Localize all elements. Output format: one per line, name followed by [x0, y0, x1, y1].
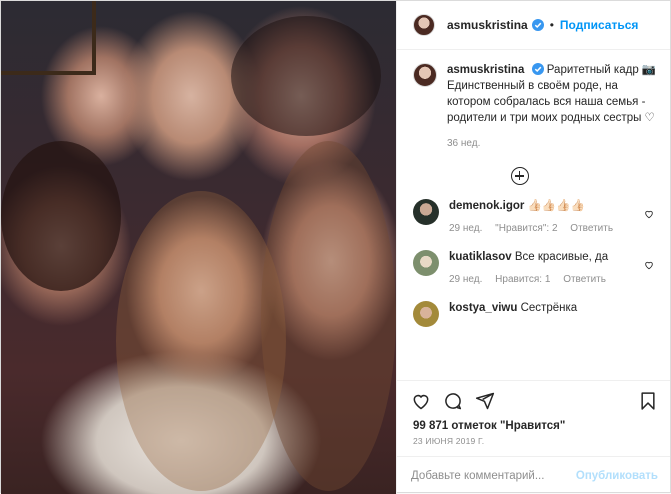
comment-item: kuatiklasov Все красивые, да 29 нед. Нра…: [413, 250, 654, 287]
comment-time[interactable]: 29 нед.: [449, 274, 482, 285]
username-link[interactable]: asmuskristina: [447, 18, 528, 32]
comment-likes[interactable]: "Нравится": 2: [495, 223, 557, 234]
bookmark-icon[interactable]: [638, 391, 658, 411]
add-comment-bar: Опубликовать: [397, 456, 670, 494]
heart-icon[interactable]: [644, 260, 654, 270]
reply-button[interactable]: Ответить: [563, 274, 606, 285]
comment-username[interactable]: kostya_viwu: [449, 302, 517, 314]
avatar[interactable]: [413, 63, 437, 87]
comment-item: demenok.igor 👍🏻👍🏻👍🏻👍🏻 29 нед. "Нравится"…: [413, 199, 654, 236]
comment-icon[interactable]: [443, 391, 463, 411]
reply-button[interactable]: Ответить: [570, 223, 613, 234]
comment-text: 👍🏻👍🏻👍🏻👍🏻: [527, 200, 585, 212]
heart-icon[interactable]: [644, 209, 654, 219]
follow-button[interactable]: Подписаться: [560, 18, 638, 32]
comment-item: kostya_viwu Сестрёнка: [413, 301, 654, 327]
avatar[interactable]: [413, 250, 439, 276]
verified-badge-icon: [531, 19, 544, 31]
caption-time[interactable]: 36 нед.: [447, 138, 657, 149]
comment-meta: 29 нед. Нравится: 1 Ответить: [449, 272, 639, 287]
avatar[interactable]: [413, 14, 435, 36]
publish-button[interactable]: Опубликовать: [576, 470, 658, 482]
hair-shape: [1, 141, 121, 291]
comment-time[interactable]: 29 нед.: [449, 223, 482, 234]
comment-text: Сестрёнка: [520, 302, 578, 314]
post-header: asmuskristina • Подписаться: [397, 1, 670, 50]
heart-icon[interactable]: [411, 391, 431, 411]
caption: asmuskristina Раритетный кадр 📷 Единстве…: [413, 62, 657, 149]
plus-circle-icon[interactable]: [510, 167, 529, 185]
post-sidebar: asmuskristina • Подписаться asmuskristin…: [396, 1, 670, 494]
share-icon[interactable]: [475, 391, 495, 411]
verified-badge-icon: [531, 63, 544, 75]
avatar[interactable]: [413, 301, 439, 327]
hair-shape: [116, 191, 286, 491]
instagram-post: asmuskristina • Подписаться asmuskristin…: [0, 0, 671, 494]
caption-username[interactable]: asmuskristina: [447, 64, 524, 76]
likes-count[interactable]: 99 871 отметок "Нравится": [397, 420, 670, 432]
post-photo[interactable]: [1, 1, 396, 494]
comment-likes[interactable]: Нравится: 1: [495, 274, 550, 285]
picture-frame-decor: [1, 1, 96, 75]
comment-username[interactable]: demenok.igor: [449, 200, 524, 212]
action-bar: [397, 380, 670, 420]
avatar[interactable]: [413, 199, 439, 225]
comment-username[interactable]: kuatiklasov: [449, 251, 512, 263]
caption-text: asmuskristina Раритетный кадр 📷 Единстве…: [447, 62, 657, 126]
comments-scroll[interactable]: asmuskristina Раритетный кадр 📷 Единстве…: [397, 50, 670, 380]
comment-input[interactable]: [411, 469, 576, 482]
comment-meta: 29 нед. "Нравится": 2 Ответить: [449, 221, 639, 236]
comment-text: Все красивые, да: [514, 251, 609, 263]
separator-dot: •: [549, 18, 554, 32]
post-date: 23 ИЮНЯ 2019 Г.: [413, 436, 485, 446]
hair-shape: [231, 16, 381, 136]
